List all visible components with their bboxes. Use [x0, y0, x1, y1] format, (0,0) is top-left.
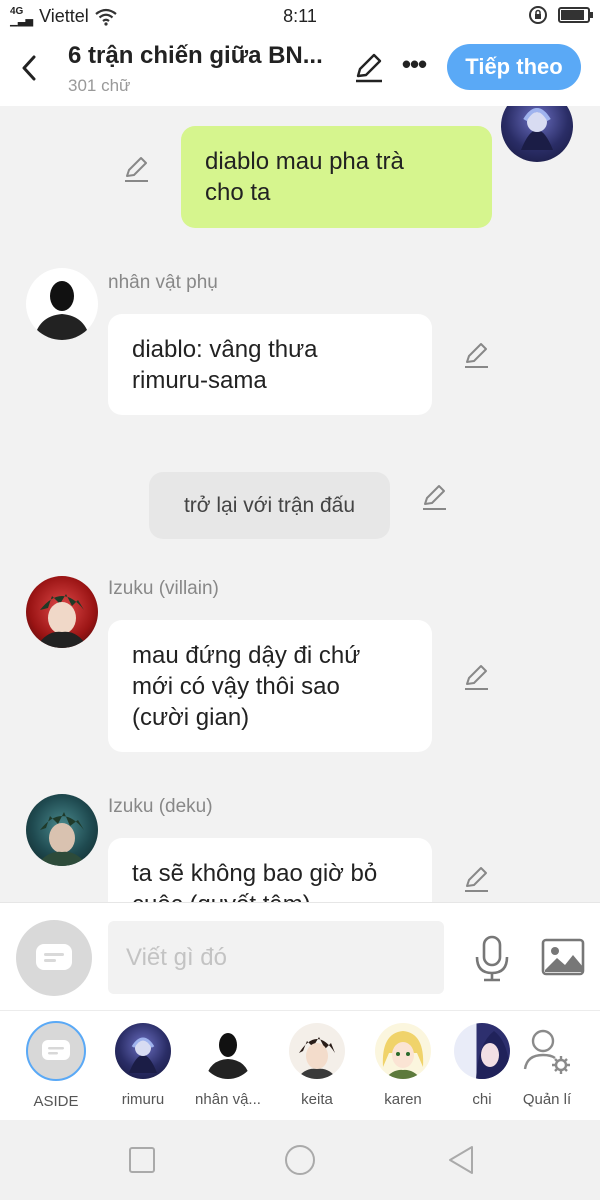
avatar [26, 794, 98, 866]
pen-icon [465, 343, 488, 368]
character-keita[interactable]: keita [277, 1023, 357, 1108]
user-settings-icon [523, 1029, 570, 1074]
app-header: 6 trận chiến giữa BN... 301 chữ ••• Tiếp… [0, 32, 600, 106]
avatar [454, 1023, 510, 1079]
chat-bubble-icon [36, 944, 72, 970]
message-composer [0, 902, 600, 1010]
edit-message-button[interactable] [122, 154, 152, 184]
pen-icon [356, 53, 382, 83]
pen-icon [465, 665, 488, 690]
character-nhan-vat-phu[interactable]: nhân vậ... [188, 1023, 268, 1108]
battery-icon [558, 7, 593, 23]
manage-characters-button[interactable]: Quản lí [506, 1023, 588, 1108]
battery-fill [561, 10, 585, 20]
image-icon [541, 938, 585, 976]
character-label: karen [384, 1091, 422, 1108]
avatar [200, 1023, 256, 1079]
image-button[interactable] [541, 937, 585, 977]
edit-message-button[interactable] [462, 864, 492, 894]
aside-bubble[interactable]: trở lại với trận đấu [149, 472, 390, 539]
manage-icon-wrap [519, 1023, 575, 1079]
avatar [115, 1023, 171, 1079]
chevron-left-icon [22, 55, 36, 81]
pen-icon [423, 485, 446, 510]
home-button[interactable] [284, 1144, 316, 1176]
clock: 8:11 [283, 6, 317, 26]
recents-button[interactable] [126, 1144, 158, 1176]
aside-toggle-button[interactable] [16, 920, 92, 996]
character-name: Izuku (deku) [108, 796, 213, 817]
more-options-button[interactable]: ••• [400, 50, 428, 84]
edit-message-button[interactable] [462, 340, 492, 370]
character-aside[interactable]: ASIDE [16, 1021, 96, 1110]
avatar [375, 1023, 431, 1079]
edit-message-button[interactable] [420, 482, 450, 512]
voice-input-button[interactable] [472, 935, 512, 983]
avatar [501, 106, 573, 162]
message-bubble[interactable]: ta sẽ không bao giờ bỏ cuộc (quyết tâm) [108, 838, 432, 902]
character-name: nhân vật phụ [108, 272, 218, 293]
message-bubble[interactable]: mau đứng dậy đi chứ mới có vậy thôi sao … [108, 620, 432, 752]
back-button[interactable] [14, 48, 44, 88]
avatar [289, 1023, 345, 1079]
triangle-back-icon [449, 1146, 473, 1174]
aside-avatar [26, 1021, 86, 1081]
character-label: ASIDE [33, 1093, 79, 1110]
character-label: nhân vậ... [195, 1091, 261, 1108]
chat-bubble-icon [42, 1040, 70, 1060]
character-rimuru[interactable]: rimuru [103, 1023, 183, 1108]
rotation-lock-icon [529, 6, 547, 24]
circle-icon [285, 1145, 315, 1175]
pen-icon [465, 867, 488, 892]
page-title: 6 trận chiến giữa BN... [68, 42, 323, 69]
message-input[interactable] [108, 921, 444, 994]
character-label: keita [301, 1091, 333, 1108]
pen-icon [125, 157, 148, 182]
character-label: Quản lí [522, 1091, 572, 1108]
avatar [26, 576, 98, 648]
microphone-icon [475, 935, 509, 982]
character-name: Izuku (villain) [108, 578, 219, 599]
avatar [26, 268, 98, 340]
back-nav-button[interactable] [446, 1144, 478, 1176]
character-bar: ASIDE rimuru nhân vậ... keita karen chi [0, 1010, 600, 1120]
edit-title-button[interactable] [352, 50, 386, 84]
message-bubble[interactable]: diablo: vâng thưa rimuru-sama [108, 314, 432, 415]
character-karen[interactable]: karen [363, 1023, 443, 1108]
status-bar: 4G ▁▃▅ Viettel 8:11 [0, 0, 600, 32]
word-count: 301 chữ [68, 76, 131, 95]
more-icon: ••• [401, 49, 427, 79]
system-nav-bar [0, 1120, 600, 1200]
next-button[interactable]: Tiếp theo [447, 44, 581, 90]
chat-area[interactable]: diablo mau pha trà cho ta nhân vật phụ d… [0, 106, 600, 902]
square-icon [129, 1147, 155, 1173]
character-label: rimuru [121, 1091, 165, 1108]
own-message-bubble[interactable]: diablo mau pha trà cho ta [181, 126, 492, 228]
edit-message-button[interactable] [462, 662, 492, 692]
